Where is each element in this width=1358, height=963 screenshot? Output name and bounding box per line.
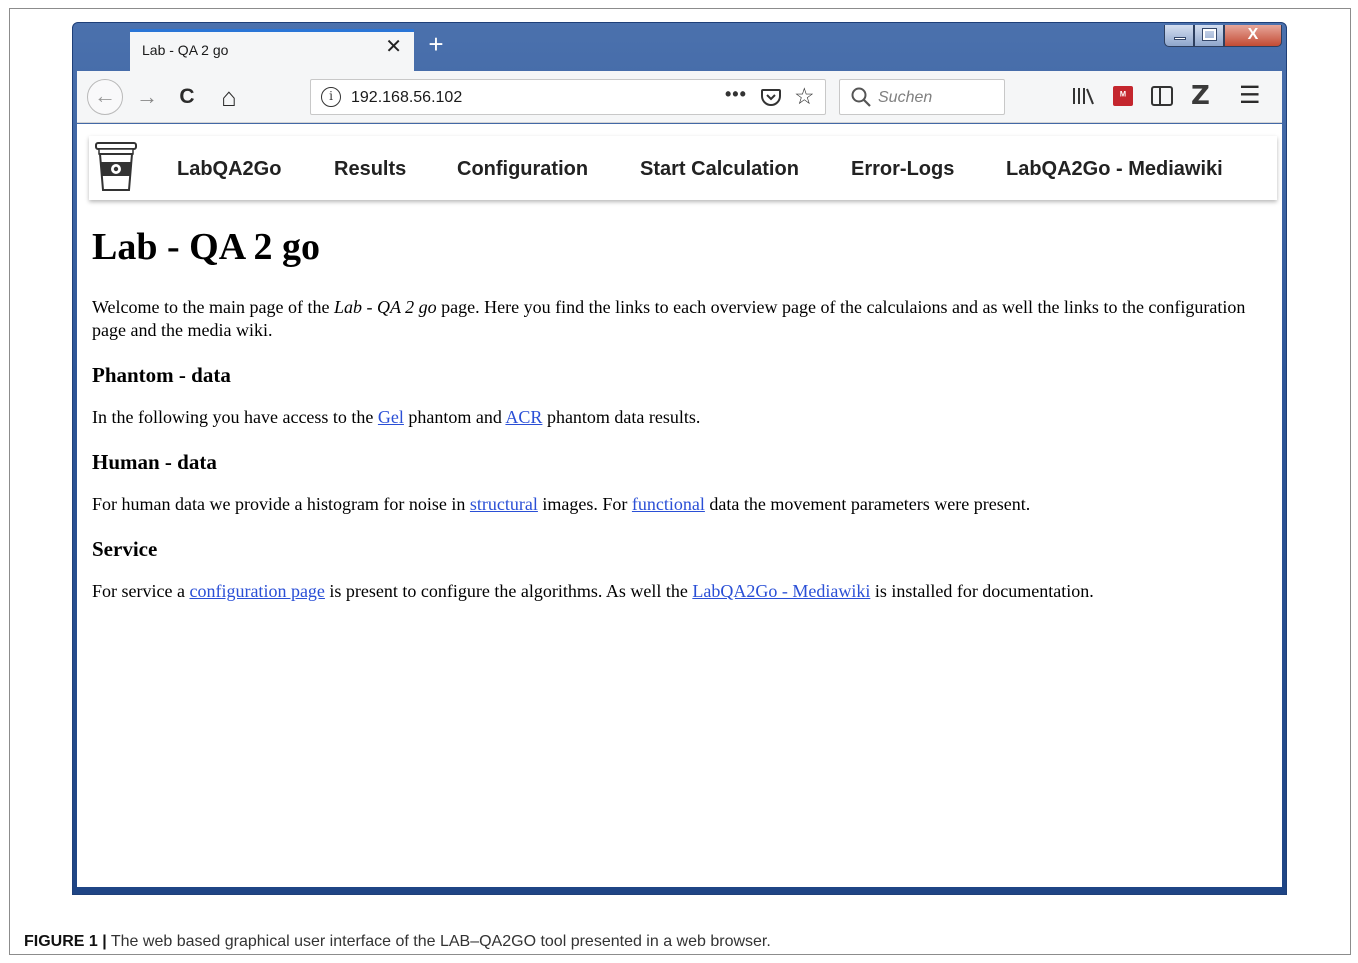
extension-icon[interactable]: ᴹ: [1113, 86, 1133, 106]
phantom-text-pre: In the following you have access to the: [92, 407, 378, 427]
minimize-icon: [1174, 37, 1186, 40]
service-text-post: is installed for documentation.: [870, 581, 1094, 601]
tab-title: Lab - QA 2 go: [142, 42, 229, 58]
functional-link[interactable]: functional: [632, 494, 705, 514]
nav-start-calculation[interactable]: Start Calculation: [640, 158, 799, 181]
nav-error-logs[interactable]: Error-Logs: [851, 158, 954, 181]
configuration-page-link[interactable]: configuration page: [189, 581, 324, 601]
window-controls: X: [1164, 25, 1282, 47]
coffee-cup-logo[interactable]: [93, 140, 139, 194]
bookmark-star-icon[interactable]: ☆: [794, 83, 815, 110]
url-text[interactable]: 192.168.56.102: [351, 89, 462, 107]
figure-caption: FIGURE 1 | The web based graphical user …: [24, 933, 771, 951]
phantom-text-post: phantom data results.: [542, 407, 701, 427]
service-text-mid: is present to configure the algorithms. …: [324, 581, 693, 601]
human-heading: Human - data: [92, 450, 217, 474]
acr-link[interactable]: ACR: [505, 407, 542, 427]
nav-results[interactable]: Results: [334, 158, 406, 181]
phantom-text-mid: phantom and: [403, 407, 506, 427]
service-text-pre: For service a: [92, 581, 190, 601]
phantom-heading: Phantom - data: [92, 363, 231, 387]
human-paragraph: For human data we provide a histogram fo…: [92, 493, 1262, 516]
info-icon[interactable]: i: [321, 87, 341, 107]
close-icon: X: [1247, 26, 1259, 43]
back-button[interactable]: ←: [87, 79, 123, 115]
caption-label: FIGURE 1 |: [24, 933, 107, 950]
nav-labqa2go[interactable]: LabQA2Go: [177, 158, 281, 181]
intro-paragraph: Welcome to the main page of the Lab - QA…: [92, 296, 1262, 342]
main-article: Lab - QA 2 go Welcome to the main page o…: [92, 224, 1262, 623]
page-content: LabQA2Go Results Configuration Start Cal…: [77, 124, 1282, 887]
mediawiki-link[interactable]: LabQA2Go - Mediawiki: [692, 581, 870, 601]
page-title: Lab - QA 2 go: [92, 226, 321, 268]
address-bar[interactable]: i 192.168.56.102 ••• ☆: [310, 79, 826, 115]
human-text-pre: For human data we provide a histogram fo…: [92, 494, 470, 514]
maximize-icon: [1202, 28, 1217, 41]
service-heading: Service: [92, 537, 158, 561]
tab-close-icon[interactable]: ✕: [385, 37, 402, 57]
intro-text-pre: Welcome to the main page of the: [92, 297, 334, 317]
browser-window: Lab - QA 2 go ✕ + X ← → C ⌂ i 192.168.56…: [72, 22, 1287, 895]
minimize-button[interactable]: [1164, 25, 1194, 47]
human-text-post: data the movement parameters were presen…: [704, 494, 1031, 514]
maximize-button[interactable]: [1194, 25, 1224, 47]
page-actions-icon[interactable]: •••: [725, 84, 747, 105]
search-icon: [851, 87, 871, 107]
new-tab-button[interactable]: +: [422, 31, 450, 59]
site-navbar: LabQA2Go Results Configuration Start Cal…: [89, 136, 1277, 200]
reload-button[interactable]: C: [175, 85, 199, 109]
intro-emphasis: Lab - QA 2 go: [333, 297, 437, 317]
title-bar: Lab - QA 2 go ✕ + X: [73, 23, 1286, 71]
sidebar-toggle-icon[interactable]: [1151, 86, 1173, 106]
nav-configuration[interactable]: Configuration: [457, 158, 588, 181]
nav-mediawiki[interactable]: LabQA2Go - Mediawiki: [1006, 158, 1223, 181]
pocket-icon[interactable]: [760, 86, 782, 108]
zotero-icon[interactable]: Z: [1191, 81, 1210, 111]
search-bar[interactable]: Suchen: [839, 79, 1005, 115]
forward-button[interactable]: →: [135, 85, 159, 109]
service-paragraph: For service a configuration page is pres…: [92, 580, 1262, 603]
hamburger-menu-icon[interactable]: ☰: [1239, 84, 1261, 108]
close-window-button[interactable]: X: [1224, 25, 1282, 47]
library-icon[interactable]: [1071, 86, 1095, 106]
phantom-paragraph: In the following you have access to the …: [92, 406, 1262, 429]
browser-tab[interactable]: Lab - QA 2 go ✕: [130, 29, 414, 71]
caption-text: The web based graphical user interface o…: [106, 933, 771, 950]
structural-link[interactable]: structural: [470, 494, 538, 514]
browser-toolbar: ← → C ⌂ i 192.168.56.102 ••• ☆ Suchen ᴹ …: [77, 71, 1282, 123]
gel-link[interactable]: Gel: [378, 407, 404, 427]
search-placeholder: Suchen: [878, 89, 933, 106]
home-button[interactable]: ⌂: [217, 84, 241, 110]
human-text-mid: images. For: [537, 494, 632, 514]
